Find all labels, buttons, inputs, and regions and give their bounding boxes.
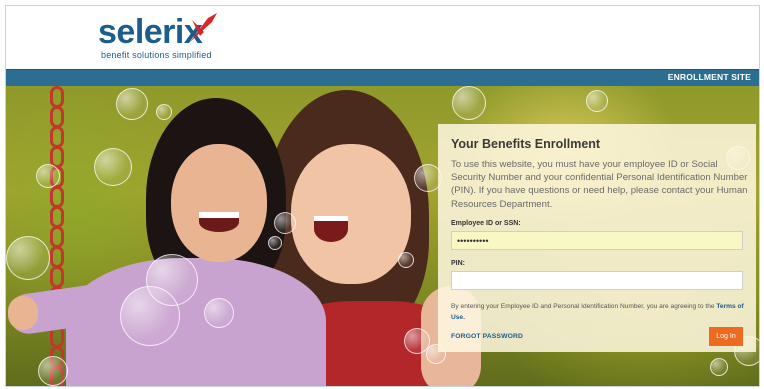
woman-face	[291, 144, 411, 284]
page-frame: selerix benefit solutions simplified ENR…	[5, 5, 760, 387]
pin-label: PIN:	[451, 260, 465, 267]
login-button[interactable]: Log In	[709, 327, 743, 346]
logo-tagline: benefit solutions simplified	[101, 50, 212, 60]
swing-chain	[50, 86, 64, 386]
bubble	[268, 236, 282, 250]
panel-intro-text: To use this website, you must have your …	[451, 159, 748, 210]
bubble	[710, 358, 728, 376]
bubble	[274, 212, 296, 234]
login-panel: Your Benefits Enrollment To use this web…	[438, 124, 756, 352]
site-header: selerix benefit solutions simplified	[6, 6, 759, 69]
hero-banner: Your Benefits Enrollment To use this web…	[6, 86, 759, 386]
bubble	[116, 88, 148, 120]
bubble	[6, 236, 50, 280]
logo-swoosh-icon	[190, 13, 217, 42]
nav-bar: ENROLLMENT SITE	[6, 69, 759, 86]
bubble	[156, 104, 172, 120]
bubble	[398, 252, 414, 268]
bubble	[204, 298, 234, 328]
panel-title: Your Benefits Enrollment	[451, 137, 601, 151]
girl-hand	[8, 296, 38, 330]
girl-face	[171, 144, 267, 262]
pin-input[interactable]	[451, 271, 743, 290]
consent-text: By entering your Employee ID and Persona…	[451, 302, 746, 323]
consent-text-body: By entering your Employee ID and Persona…	[451, 303, 717, 310]
bubble	[94, 148, 132, 186]
bubble	[120, 286, 180, 346]
selerix-logo[interactable]: selerix benefit solutions simplified	[98, 13, 238, 64]
bubble	[586, 90, 608, 112]
girl-smile	[199, 212, 239, 232]
employee-id-input[interactable]	[451, 231, 743, 250]
enrollment-site-label: ENROLLMENT SITE	[667, 72, 751, 82]
forgot-password-link[interactable]: FORGOT PASSWORD	[451, 333, 523, 340]
woman-smile	[314, 216, 348, 242]
bubble	[38, 356, 68, 386]
employee-id-label: Employee ID or SSN:	[451, 220, 521, 227]
bubble	[452, 86, 486, 120]
bubble	[36, 164, 60, 188]
